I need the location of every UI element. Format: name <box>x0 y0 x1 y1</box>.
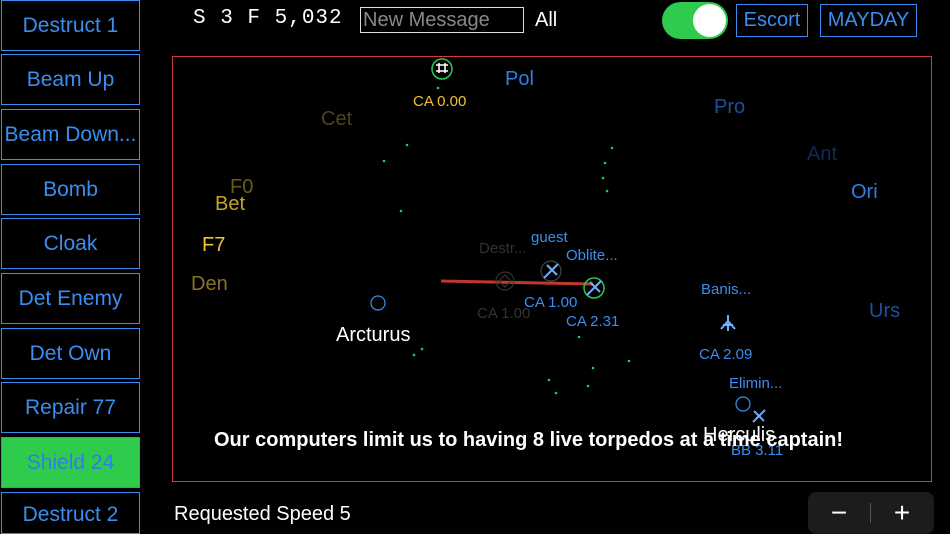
mayday-button[interactable]: MAYDAY <box>820 4 917 37</box>
ship-icon[interactable] <box>540 260 562 282</box>
phaser-beam <box>440 279 594 286</box>
destruct-1-button[interactable]: Destruct 1 <box>1 0 140 51</box>
star-label-pol: Pol <box>505 68 534 90</box>
ship-name-label: Destr... <box>479 240 527 257</box>
ship-status-readout: S 3 F 5,032 <box>193 7 343 30</box>
det-enemy-button[interactable]: Det Enemy <box>1 273 140 324</box>
captain-message: Our computers limit us to having 8 live … <box>214 429 844 451</box>
ship-class-label: CA 2.31 <box>566 313 620 330</box>
shield-button[interactable]: Shield 24 <box>1 437 140 488</box>
ship-class-label: CA 2.09 <box>699 346 753 363</box>
ship-class-label: CA 1.00 <box>477 305 531 322</box>
ship-class-label: CA 1.00 <box>524 294 578 311</box>
repair-button[interactable]: Repair 77 <box>1 382 140 433</box>
toggle-switch[interactable] <box>662 2 728 39</box>
ship-icon[interactable] <box>583 277 605 299</box>
ship-name-label: Banis... <box>701 281 752 298</box>
cloak-button[interactable]: Cloak <box>1 218 140 269</box>
star-label-urs: Urs <box>869 300 901 322</box>
ship-name-label: Oblite... <box>566 247 618 264</box>
beam-up-button[interactable]: Beam Up <box>1 54 140 105</box>
message-input[interactable] <box>360 7 524 33</box>
map-graphics <box>370 58 766 423</box>
speed-stepper[interactable]: − + <box>808 492 934 534</box>
recipient-label[interactable]: All <box>535 9 557 32</box>
ship-class-label: CA 0.00 <box>413 93 467 110</box>
destruct-2-button[interactable]: Destruct 2 <box>1 492 140 534</box>
star-label-cet: Cet <box>321 108 353 130</box>
bomb-button[interactable]: Bomb <box>1 164 140 215</box>
escort-button[interactable]: Escort <box>736 4 808 37</box>
ship-icon[interactable] <box>720 315 736 331</box>
star-label-den: Den <box>191 273 228 295</box>
toggle-knob <box>693 4 726 37</box>
tactical-map[interactable]: Pol Cet Pro Ant Ori F0 Bet F7 Den Urs Ar… <box>172 56 932 482</box>
star-label-ant: Ant <box>807 143 838 165</box>
star-label-bet: Bet <box>215 193 246 215</box>
decrease-speed-button[interactable]: − <box>808 492 870 534</box>
ship-icon[interactable] <box>752 409 766 423</box>
star-label-pro: Pro <box>714 96 746 118</box>
requested-speed-label: Requested Speed 5 <box>174 503 351 525</box>
ship-icon[interactable] <box>431 58 453 80</box>
ship-name-label: Elimin... <box>729 375 783 392</box>
beam-down-button[interactable]: Beam Down... <box>1 109 140 160</box>
planet-icon[interactable] <box>735 396 751 412</box>
planet-label-arcturus: Arcturus <box>336 324 411 346</box>
planet-icon[interactable] <box>370 295 386 311</box>
star-label-ori: Ori <box>851 181 878 203</box>
ship-name-label: guest <box>531 229 568 246</box>
det-own-button[interactable]: Det Own <box>1 328 140 379</box>
star-label-f7: F7 <box>202 234 226 256</box>
increase-speed-button[interactable]: + <box>871 492 933 534</box>
